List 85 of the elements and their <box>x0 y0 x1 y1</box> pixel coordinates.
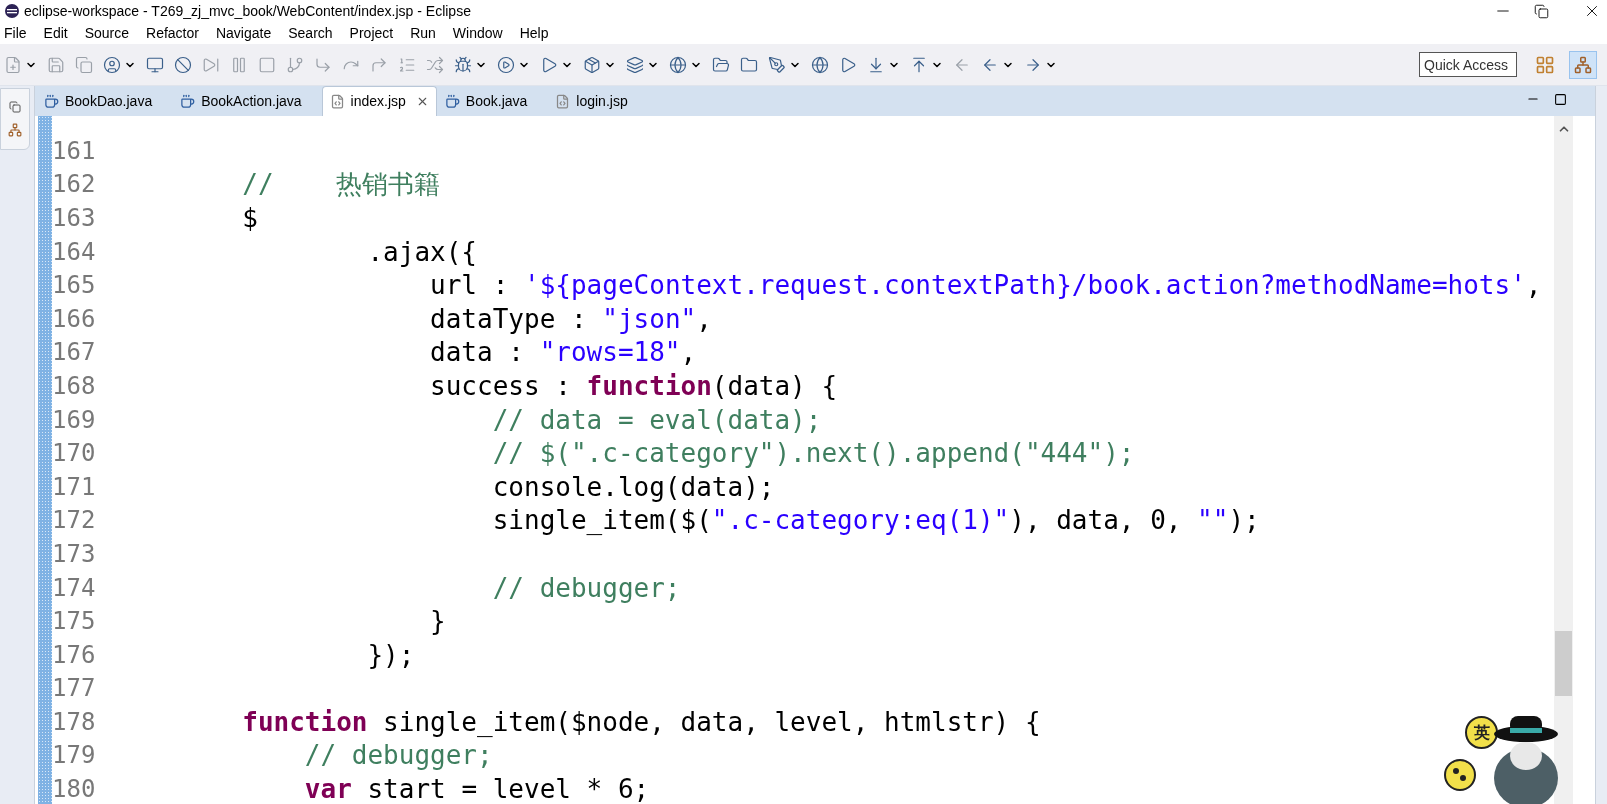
run-server-icon[interactable] <box>540 55 558 74</box>
code-line: $ <box>241 205 258 231</box>
line-number: 174 <box>52 575 97 600</box>
perspective-button[interactable] <box>1569 50 1597 79</box>
eclipse-logo-icon <box>4 3 20 19</box>
line-number: 163 <box>52 206 97 230</box>
code-line: // debugger; <box>303 742 493 769</box>
menu-item[interactable]: Edit <box>43 22 68 44</box>
code-line: url : '${pageContext.request.contextPath}/book.action?methodName=hots', <box>429 272 1542 299</box>
code-line: var start = level * 6; <box>303 776 650 803</box>
menu-item[interactable]: Navigate <box>215 22 272 44</box>
line-number: 173 <box>52 541 97 566</box>
line-number: 169 <box>52 407 97 432</box>
menu-item[interactable]: File <box>4 22 27 44</box>
code-line: } <box>429 608 446 635</box>
line-number: 177 <box>52 676 97 701</box>
code-line: success : function(data) { <box>429 372 838 399</box>
java-file-icon <box>444 93 460 109</box>
open-perspective-icon[interactable] <box>1535 54 1555 75</box>
globe-icon[interactable] <box>811 55 829 74</box>
line-number: 161 <box>52 138 97 163</box>
menu-item[interactable]: Project <box>349 22 394 44</box>
maximize-icon[interactable] <box>1554 93 1567 106</box>
layers-icon[interactable] <box>626 55 644 74</box>
editor-tab[interactable]: BookDao.java <box>36 86 161 116</box>
line-number: 167 <box>52 340 97 365</box>
menu-item[interactable]: Source <box>84 22 130 44</box>
next-annotation-icon[interactable] <box>867 55 885 74</box>
line-number: 165 <box>52 273 97 298</box>
globe-icon[interactable] <box>669 55 687 74</box>
code-line: // $(".c-category").next().append("444"); <box>491 440 1135 467</box>
pen-icon[interactable] <box>768 55 786 74</box>
open-folder-icon[interactable] <box>712 55 730 74</box>
line-number: 170 <box>52 441 97 466</box>
code-line: // debugger; <box>491 574 681 601</box>
skip-breakpoints-icon[interactable] <box>174 55 192 74</box>
code-line: console.log(data); <box>491 473 775 500</box>
user-icon[interactable] <box>103 55 121 74</box>
line-number: 175 <box>52 609 97 634</box>
editor-tab[interactable]: Book.java <box>436 86 536 116</box>
code-line: single_item($(".c-category:eq(1)"), data, 0, ""); <box>491 507 1260 534</box>
line-number: 178 <box>52 709 97 734</box>
monitor-icon[interactable] <box>146 55 164 74</box>
editor-tab[interactable]: index.jsp <box>321 86 437 116</box>
window-title: eclipse-workspace - T269_zj_mvc_book/WebContent/index.jsp - Eclipse <box>24 1 471 21</box>
restore-icon[interactable] <box>1534 3 1549 19</box>
folder-icon[interactable] <box>740 55 758 74</box>
menu-item[interactable]: Refactor <box>146 22 199 44</box>
line-number: 172 <box>52 508 97 533</box>
editor-tab[interactable]: login.jsp <box>547 86 636 116</box>
code-line: function single_item($node, data, level, htmlstr) { <box>241 708 1041 735</box>
run-icon[interactable] <box>839 55 857 74</box>
java-file-icon <box>180 93 196 109</box>
outline-icon[interactable] <box>8 123 22 137</box>
jsp-file-icon <box>555 93 571 109</box>
restore-icon[interactable] <box>9 101 21 113</box>
line-number: 164 <box>52 239 97 264</box>
line-number: 162 <box>52 172 97 197</box>
line-number: 168 <box>52 373 97 398</box>
menu-item[interactable]: Window <box>452 22 503 44</box>
code-line: }); <box>366 641 415 668</box>
scrollbar-thumb[interactable] <box>1555 631 1572 696</box>
code-line: // 热销书籍 <box>241 171 441 198</box>
run-icon[interactable] <box>497 55 515 74</box>
previous-annotation-icon[interactable] <box>910 55 928 74</box>
line-number: 166 <box>52 306 97 331</box>
package-icon[interactable] <box>583 55 601 74</box>
editor-tab[interactable]: BookAction.java <box>172 86 310 116</box>
code-line: data : "rows=18", <box>429 339 697 366</box>
line-number: 176 <box>52 642 97 667</box>
code-line: dataType : "json", <box>429 305 712 332</box>
code-line: .ajax({ <box>366 238 478 265</box>
code-line: // data = eval(data); <box>491 406 822 433</box>
line-number: 179 <box>52 743 97 768</box>
quick-access-field[interactable]: Quick Access <box>1419 52 1517 77</box>
debug-icon[interactable] <box>454 55 472 74</box>
punctuation-icon[interactable] <box>1443 758 1477 792</box>
menu-item[interactable]: Search <box>288 22 333 44</box>
jsp-file-icon <box>329 94 345 109</box>
scrollbar[interactable] <box>1554 116 1573 804</box>
menu-item[interactable]: Run <box>410 22 436 44</box>
line-number: 180 <box>52 777 97 802</box>
line-number: 171 <box>52 474 97 499</box>
java-file-icon <box>44 93 59 109</box>
menu-item[interactable]: Help <box>519 22 549 44</box>
